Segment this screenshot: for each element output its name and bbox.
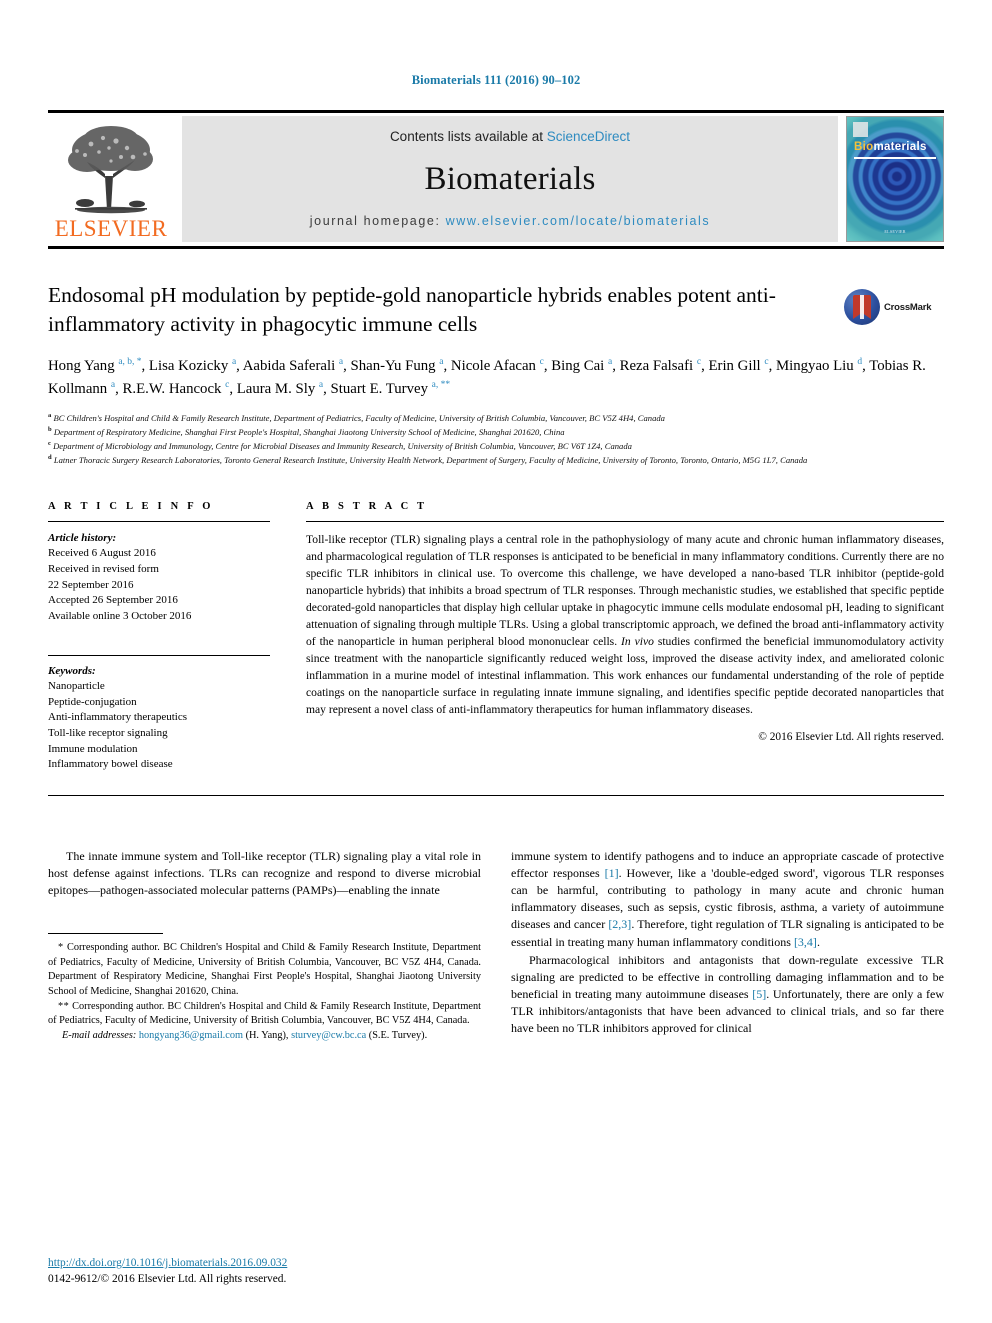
email-label: E-mail addresses: — [62, 1029, 137, 1041]
journal-homepage-link[interactable]: www.elsevier.com/locate/biomaterials — [446, 214, 711, 228]
keywords-label: Keywords: — [48, 664, 96, 677]
info-abstract-section: A R T I C L E I N F O Article history: R… — [48, 501, 944, 773]
cover-footer-text: ELSEVIER — [884, 229, 906, 234]
body-paragraph: immune system to identify pathogens and … — [511, 848, 945, 949]
masthead-bottom-rule — [48, 246, 944, 249]
affiliation-marker: b — [48, 426, 52, 434]
body-columns: The innate immune system and Toll-like r… — [48, 848, 944, 1044]
corresponding-author-note-2: ** Corresponding author. BC Children's H… — [48, 1000, 481, 1027]
homepage-label: journal homepage: — [309, 214, 446, 228]
email-link-1[interactable]: hongyang36@gmail.com — [139, 1030, 243, 1041]
keywords-rule — [48, 654, 270, 656]
elsevier-tree-icon — [68, 126, 153, 214]
keywords-block: Keywords: Nanoparticle Peptide-conjugati… — [48, 654, 270, 773]
author-list: Hong Yang a, b, *, Lisa Kozicky a, Aabid… — [48, 357, 926, 397]
affiliation-item: d Latner Thoracic Surgery Research Labor… — [48, 453, 944, 467]
article-info-column: A R T I C L E I N F O Article history: R… — [48, 501, 270, 773]
abstract-heading: A B S T R A C T — [306, 500, 428, 512]
affiliation-marker: c — [48, 440, 51, 447]
history-item: Received in revised form — [48, 563, 159, 576]
crossmark-label: CrossMark — [884, 301, 932, 313]
history-item: Available online 3 October 2016 — [48, 609, 192, 622]
affiliation-item: a BC Children's Hospital and Child & Fam… — [48, 411, 944, 425]
affiliation-text: BC Children's Hospital and Child & Famil… — [53, 413, 665, 424]
journal-masthead: ELSEVIER Contents lists available at Sci… — [48, 116, 944, 242]
abstract-text: Toll-like receptor (TLR) signaling plays… — [306, 532, 944, 717]
crossmark-badge[interactable]: CrossMark — [844, 287, 944, 327]
keyword-item: Immune modulation — [48, 742, 138, 755]
masthead-center-panel: Contents lists available at ScienceDirec… — [182, 116, 838, 242]
abstract-copyright: © 2016 Elsevier Ltd. All rights reserved… — [758, 731, 944, 744]
keyword-item: Nanoparticle — [48, 680, 105, 693]
email-addresses-line: E-mail addresses: hongyang36@gmail.com (… — [62, 1029, 428, 1041]
corresponding-author-note-1: * Corresponding author. BC Children's Ho… — [48, 942, 481, 998]
elsevier-logo: ELSEVIER — [48, 116, 174, 242]
journal-homepage-line: journal homepage: www.elsevier.com/locat… — [310, 214, 710, 228]
journal-title: Biomaterials — [424, 160, 596, 197]
contents-prefix-text: Contents lists available at — [389, 129, 547, 144]
sciencedirect-link[interactable]: ScienceDirect — [547, 129, 630, 144]
body-paragraph: The innate immune system and Toll-like r… — [48, 848, 481, 898]
abstract-rule — [306, 520, 944, 522]
footnotes-block: * Corresponding author. BC Children's Ho… — [48, 933, 481, 1043]
affiliation-item: c Department of Microbiology and Immunol… — [48, 439, 944, 453]
affiliation-text: Latner Thoracic Surgery Research Laborat… — [53, 454, 808, 465]
history-item: Received 6 August 2016 — [48, 547, 156, 560]
cover-title-materials: materials — [873, 141, 927, 153]
body-column-right: immune system to identify pathogens and … — [511, 848, 944, 1044]
history-item: 22 September 2016 — [48, 578, 134, 591]
email-owner-1: (H. Yang) — [245, 1029, 286, 1041]
masthead-top-rule — [48, 110, 944, 113]
keyword-item: Anti-inflammatory therapeutics — [48, 711, 187, 724]
email-link-2[interactable]: sturvey@cw.bc.ca — [291, 1030, 366, 1041]
article-history-label: Article history: — [48, 531, 117, 544]
affiliation-list: a BC Children's Hospital and Child & Fam… — [48, 411, 944, 467]
affiliation-marker: a — [48, 412, 52, 420]
cover-badge-icon — [853, 122, 868, 137]
article-info-heading: A R T I C L E I N F O — [48, 500, 214, 512]
article-info-rule — [48, 520, 270, 522]
crossmark-logo-icon — [844, 289, 880, 325]
elsevier-wordmark: ELSEVIER — [54, 216, 168, 241]
body-separator-rule — [48, 794, 944, 796]
contents-available-line: Contents lists available at ScienceDirec… — [390, 129, 630, 144]
abstract-column: A B S T R A C T Toll-like receptor (TLR)… — [306, 501, 944, 773]
title-block: Endosomal pH modulation by peptide-gold … — [48, 281, 944, 338]
running-head-citation: Biomaterials 111 (2016) 90–102 — [411, 73, 581, 87]
cover-title: Biomaterials — [854, 141, 927, 153]
journal-cover-thumbnail: Biomaterials ELSEVIER — [846, 116, 944, 242]
affiliation-text: Department of Microbiology and Immunolog… — [53, 440, 632, 451]
footnote-separator-rule — [48, 933, 163, 935]
history-item: Accepted 26 September 2016 — [48, 594, 178, 607]
affiliation-marker: d — [48, 453, 52, 461]
cover-title-bio: Bio — [854, 141, 874, 153]
doi-link[interactable]: http://dx.doi.org/10.1016/j.biomaterials… — [48, 1255, 488, 1271]
keyword-item: Peptide-conjugation — [48, 695, 137, 708]
affiliation-text: Department of Respiratory Medicine, Shan… — [53, 426, 565, 437]
footer-doi-block: http://dx.doi.org/10.1016/j.biomaterials… — [48, 1255, 488, 1287]
cover-title-underline — [854, 157, 936, 159]
keyword-item: Toll-like receptor signaling — [48, 726, 168, 739]
keyword-item: Inflammatory bowel disease — [48, 758, 173, 771]
page-title: Endosomal pH modulation by peptide-gold … — [48, 283, 776, 336]
body-column-left: The innate immune system and Toll-like r… — [48, 848, 481, 1044]
email-owner-2: (S.E. Turvey). — [368, 1029, 428, 1041]
body-paragraph: Pharmacological inhibitors and antagonis… — [511, 952, 944, 1036]
article-first-page: Biomaterials 111 (2016) 90–102 ELSEVIER … — [0, 0, 992, 1323]
issn-copyright-line: 0142-9612/© 2016 Elsevier Ltd. All right… — [48, 1272, 287, 1285]
affiliation-item: b Department of Respiratory Medicine, Sh… — [48, 425, 944, 439]
